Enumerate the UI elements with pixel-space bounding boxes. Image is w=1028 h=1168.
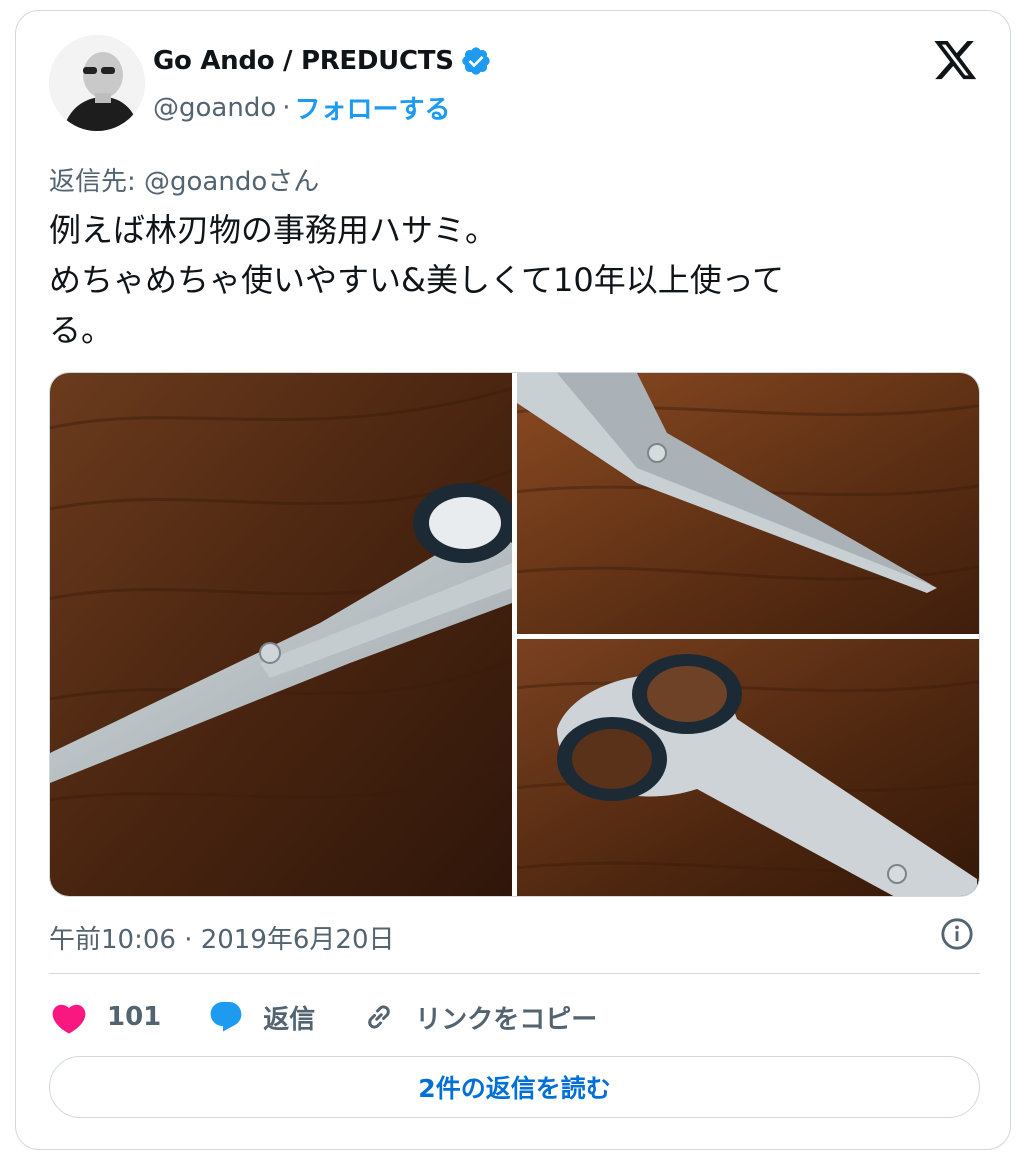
media-grid <box>49 372 980 897</box>
photo-scissors-3[interactable] <box>517 639 979 896</box>
divider <box>49 973 980 974</box>
reply-to-label[interactable]: 返信先: @goandoさん <box>49 161 319 198</box>
avatar[interactable] <box>49 35 145 131</box>
photo-scissors-1[interactable] <box>50 373 512 896</box>
x-logo-icon[interactable] <box>934 41 978 81</box>
follow-button[interactable]: フォローする <box>295 89 451 126</box>
tweet-card: Go Ando / PREDUCTS @goando · フォローする 返信先:… <box>15 10 1011 1150</box>
heart-icon <box>52 1004 86 1034</box>
tweet-text-line: めちゃめちゃ使いやすい&美しくて10年以上使って <box>49 261 785 299</box>
author-handle[interactable]: @goando <box>153 93 276 123</box>
handle-separator: · <box>282 92 291 123</box>
tweet-text-line: 例えば林刃物の事務用ハサミ。 <box>49 211 498 249</box>
copy-link-button[interactable]: リンクをコピー <box>361 999 597 1036</box>
photo-scissors-2[interactable] <box>517 373 979 634</box>
speech-bubble-icon <box>210 1002 242 1032</box>
tweet-text-line: る。 <box>49 311 114 349</box>
link-icon <box>368 1005 391 1029</box>
read-replies-label: 2件の返信を読む <box>418 1074 611 1103</box>
read-replies-button[interactable]: 2件の返信を読む <box>49 1056 980 1118</box>
like-button[interactable]: 101 <box>49 999 161 1035</box>
reply-label: 返信 <box>263 1004 316 1035</box>
media-separator <box>517 634 979 639</box>
avatar-image <box>49 35 145 131</box>
like-count: 101 <box>107 1002 162 1032</box>
info-icon[interactable] <box>940 917 974 951</box>
reply-button[interactable]: 返信 <box>207 999 315 1036</box>
verified-badge-icon <box>461 47 490 75</box>
timestamp[interactable]: 午前10:06 · 2019年6月20日 <box>49 919 395 956</box>
copy-link-label: リンクをコピー <box>415 1004 598 1035</box>
action-bar: 101 返信 リンクをコピー <box>49 997 643 1037</box>
author-name[interactable]: Go Ando / PREDUCTS <box>153 46 454 76</box>
tweet-text: 例えば林刃物の事務用ハサミ。 めちゃめちゃ使いやすい&美しくて10年以上使って … <box>49 205 979 355</box>
